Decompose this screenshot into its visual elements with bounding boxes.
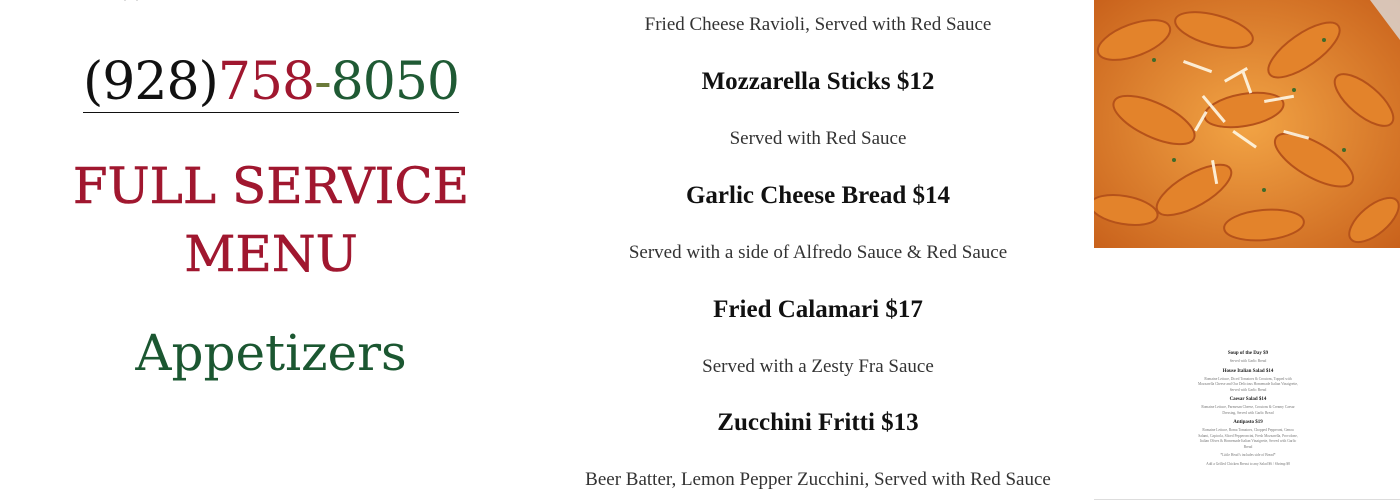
- phone-line-number: 8050: [330, 52, 460, 112]
- pinterest-icon[interactable]: [282, 0, 316, 14]
- menu-item-name: Mozzarella Sticks $12: [701, 68, 935, 95]
- phone-prefix: 758: [217, 52, 315, 112]
- tripadvisor-owl-icon[interactable]: [394, 0, 428, 14]
- thumbnail-note: Add a Grilled Chicken Breast to any Sala…: [1206, 461, 1290, 466]
- left-column: (928)758-8050 FULL SERVICE MENU Appetize…: [60, 0, 482, 500]
- menu-item-name: Zucchini Fritti $13: [717, 409, 919, 436]
- menu-title-line1: FULL SERVICE: [72, 157, 470, 216]
- thumbnail-item-name: House Italian Salad $14: [1222, 368, 1274, 374]
- menu-item-description: Fried Cheese Ravioli, Served with Red Sa…: [644, 14, 992, 35]
- menu-item-description: Served with a Zesty Fra Sauce: [702, 356, 934, 377]
- thumbnail-item-desc: Romaine Lettuce, Parmesan Cheese, Crouto…: [1201, 405, 1295, 415]
- menu-list: Fried Cheese Ravioli, Served with Red Sa…: [548, 0, 1088, 500]
- phone-dash: -: [314, 52, 332, 112]
- thumbnail-item-desc: Romaine Lettuce, Diced Tomatoes & Crouto…: [1198, 376, 1298, 392]
- facebook-icon[interactable]: [170, 0, 204, 14]
- menu-item-name: Garlic Cheese Bread $14: [685, 182, 951, 209]
- thumbnail-item-name: Antipasto $19: [1233, 420, 1263, 425]
- pasta-illustration: [1094, 0, 1400, 248]
- thumbnail-item-name: Caesar Salad $14: [1229, 397, 1267, 402]
- phone-number: (928)758-8050: [60, 50, 482, 114]
- menu-title-line2: MENU: [184, 225, 358, 284]
- instagram-icon[interactable]: [226, 0, 260, 14]
- social-links: [60, 0, 482, 14]
- thumbnail-page: Soup of the Day $9 Served with Garlic Br…: [1194, 350, 1302, 470]
- phone-area-code: (928): [82, 52, 219, 112]
- menu-item-description: Served with Red Sauce: [729, 128, 907, 149]
- menu-item-name: Fried Calamari $17: [713, 296, 923, 323]
- menu-page-thumbnail[interactable]: Soup of the Day $9 Served with Garlic Br…: [1094, 336, 1400, 500]
- thumbnail-item-name: Soup of the Day $9: [1227, 351, 1269, 356]
- thumbnail-item-desc: Served with Garlic Bread: [1229, 359, 1267, 363]
- yelp-icon[interactable]: [114, 0, 148, 14]
- menu-item-description: Served with a side of Alfredo Sauce & Re…: [628, 242, 1008, 263]
- right-column: Soup of the Day $9 Served with Garlic Br…: [1094, 0, 1400, 500]
- section-title: Appetizers: [135, 324, 407, 382]
- menu-title: FULL SERVICE MENU: [60, 152, 482, 288]
- pasta-photo: [1094, 0, 1400, 248]
- thumbnail-item-desc: Romaine Lettuce, Roma Tomatoes, Chopped …: [1198, 428, 1298, 449]
- tripadvisor-bubble-icon[interactable]: [338, 0, 372, 14]
- thumbnail-note: *Little Head’s includes side of Bread*: [1220, 453, 1276, 457]
- phone-link[interactable]: (928)758-8050: [82, 52, 460, 113]
- menu-item-description: Beer Batter, Lemon Pepper Zucchini, Serv…: [585, 469, 1051, 490]
